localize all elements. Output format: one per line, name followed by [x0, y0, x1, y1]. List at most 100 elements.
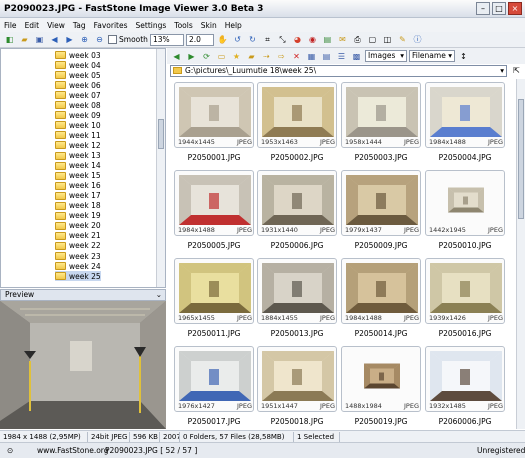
- zoom-select[interactable]: 13%: [149, 33, 184, 46]
- thumbnail-item[interactable]: 1488x1984 JPEG P2050019.JPG: [341, 346, 421, 428]
- thumbnail-item[interactable]: 1958x1444 JPEG P2050003.JPG: [341, 82, 421, 164]
- folder-item[interactable]: week 23: [55, 251, 101, 261]
- folder-item[interactable]: week 07: [55, 90, 101, 100]
- tile-view-icon[interactable]: ▩: [350, 50, 363, 63]
- scale-select[interactable]: 2.0: [185, 33, 214, 46]
- menu-help[interactable]: Help: [221, 21, 246, 30]
- folder-item[interactable]: week 05: [55, 70, 101, 80]
- thumbnails-view-icon[interactable]: ▦: [305, 50, 318, 63]
- hand-icon[interactable]: ✋: [216, 33, 229, 46]
- folder-up-icon[interactable]: ▰: [18, 33, 31, 46]
- zoom-in-icon[interactable]: ⊕: [78, 33, 91, 46]
- rotate-right-icon[interactable]: ↻: [246, 33, 259, 46]
- website-link[interactable]: www.FastStone.org: [34, 445, 109, 457]
- thumbnail-item[interactable]: 1984x1488 JPEG P2050004.JPG: [425, 82, 505, 164]
- folder-item[interactable]: week 08: [55, 100, 101, 110]
- thumbnail-item[interactable]: 1965x1455 JPEG P2050011.JPG: [174, 258, 254, 340]
- info-icon[interactable]: ⓘ: [411, 33, 424, 46]
- compare-icon[interactable]: ◫: [381, 33, 394, 46]
- tree-scrollbar[interactable]: [156, 49, 165, 287]
- thumbnail-item[interactable]: 1953x1463 JPEG P2050002.JPG: [257, 82, 337, 164]
- filter-select[interactable]: Images ▾: [365, 50, 407, 62]
- folder-item[interactable]: week 17: [55, 191, 101, 201]
- back-icon[interactable]: ◀: [170, 50, 183, 63]
- screen-capture-icon[interactable]: ▢: [366, 33, 379, 46]
- minimize-button[interactable]: –: [476, 2, 490, 15]
- thumbnail-item[interactable]: 1951x1447 JPEG P2050018.JPG: [257, 346, 337, 428]
- menu-settings[interactable]: Settings: [132, 21, 171, 30]
- thumbnail-item[interactable]: 1979x1437 JPEG P2050009.JPG: [341, 170, 421, 252]
- folder-item[interactable]: week 10: [55, 120, 101, 130]
- favorite-star-icon[interactable]: ★: [230, 50, 243, 63]
- thumbnail-item[interactable]: 1984x1488 JPEG P2050005.JPG: [174, 170, 254, 252]
- sort-select[interactable]: Filename ▾: [409, 50, 455, 62]
- print-icon[interactable]: ⎙: [351, 33, 364, 46]
- menu-view[interactable]: View: [43, 21, 69, 30]
- folder-item[interactable]: week 25: [55, 271, 101, 282]
- thumbnail-item[interactable]: 1932x1485 JPEG P2060006.JPG: [425, 346, 505, 428]
- folder-item[interactable]: week 11: [55, 130, 101, 140]
- thumbnail-item[interactable]: 1884x1455 JPEG P2050013.JPG: [257, 258, 337, 340]
- menu-file[interactable]: File: [0, 21, 21, 30]
- move-to-icon[interactable]: ⇨: [275, 50, 288, 63]
- tree-scroll-thumb[interactable]: [158, 119, 164, 149]
- refresh-icon[interactable]: ⟳: [200, 50, 213, 63]
- slideshow-icon[interactable]: ▤: [321, 33, 334, 46]
- thumbnail-item[interactable]: 1944x1445 JPEG P2050001.JPG: [174, 82, 254, 164]
- browser-scrollbar[interactable]: [516, 79, 525, 429]
- menu-tag[interactable]: Tag: [69, 21, 90, 30]
- folder-item[interactable]: week 12: [55, 140, 101, 150]
- color-icon[interactable]: ◕: [291, 33, 304, 46]
- rotate-left-icon[interactable]: ↺: [231, 33, 244, 46]
- folder-item[interactable]: week 24: [55, 261, 101, 271]
- crop-icon[interactable]: ⌗: [261, 33, 274, 46]
- folder-item[interactable]: week 20: [55, 221, 101, 231]
- browser-scroll-thumb[interactable]: [518, 99, 524, 219]
- menu-skin[interactable]: Skin: [197, 21, 221, 30]
- path-input[interactable]: G:\pictures\_Luumutie 18\week 25\ ▾: [170, 65, 507, 77]
- folder-item[interactable]: week 22: [55, 241, 101, 251]
- collapse-preview-icon[interactable]: ⌄: [156, 290, 162, 300]
- new-folder-icon[interactable]: ▰: [245, 50, 258, 63]
- red-eye-icon[interactable]: ◉: [306, 33, 319, 46]
- list-view-icon[interactable]: ▤: [320, 50, 333, 63]
- maximize-button[interactable]: □: [492, 2, 506, 15]
- details-view-icon[interactable]: ☰: [335, 50, 348, 63]
- folder-item[interactable]: week 15: [55, 171, 101, 181]
- zoom-out-icon[interactable]: ⊖: [93, 33, 106, 46]
- thumbnail-item[interactable]: 1931x1440 JPEG P2050006.JPG: [257, 170, 337, 252]
- resize-icon[interactable]: ⤡: [276, 33, 289, 46]
- thumbnail-item[interactable]: 1984x1488 JPEG P2050014.JPG: [341, 258, 421, 340]
- path-go-icon[interactable]: ⇱: [510, 64, 523, 77]
- smooth-checkbox[interactable]: [108, 35, 117, 44]
- close-button[interactable]: ×: [508, 2, 522, 15]
- save-icon[interactable]: ▣: [33, 33, 46, 46]
- folder-item[interactable]: week 13: [55, 151, 101, 161]
- folder-item[interactable]: week 14: [55, 161, 101, 171]
- menu-tools[interactable]: Tools: [170, 21, 196, 30]
- desktop-icon[interactable]: ▭: [215, 50, 228, 63]
- forward-icon[interactable]: ▶: [185, 50, 198, 63]
- folder-item[interactable]: week 19: [55, 211, 101, 221]
- folder-item[interactable]: week 04: [55, 60, 101, 70]
- next-icon[interactable]: ▶: [63, 33, 76, 46]
- folder-item[interactable]: week 06: [55, 80, 101, 90]
- settings-icon[interactable]: ✎: [396, 33, 409, 46]
- delete-icon[interactable]: ✕: [290, 50, 303, 63]
- thumbnail-item[interactable]: 1939x1426 JPEG P2050016.JPG: [425, 258, 505, 340]
- previous-icon[interactable]: ◀: [48, 33, 61, 46]
- open-folder-icon[interactable]: ◧: [3, 33, 16, 46]
- folder-item[interactable]: week 16: [55, 181, 101, 191]
- folder-item[interactable]: week 03: [55, 50, 101, 60]
- thumbnail-item[interactable]: 1976x1427 JPEG P2050017.JPG: [174, 346, 254, 428]
- menu-edit[interactable]: Edit: [21, 21, 44, 30]
- folder-item[interactable]: week 09: [55, 110, 101, 120]
- folder-item[interactable]: week 21: [55, 231, 101, 241]
- copy-to-icon[interactable]: ⇢: [260, 50, 273, 63]
- menu-favorites[interactable]: Favorites: [90, 21, 132, 30]
- thumbnail-item[interactable]: 1442x1945 JPEG P2050010.JPG: [425, 170, 505, 252]
- path-dropdown-icon[interactable]: ▾: [500, 66, 504, 76]
- email-icon[interactable]: ✉: [336, 33, 349, 46]
- folder-item[interactable]: week 18: [55, 201, 101, 211]
- sort-order-icon[interactable]: ↕: [457, 50, 470, 63]
